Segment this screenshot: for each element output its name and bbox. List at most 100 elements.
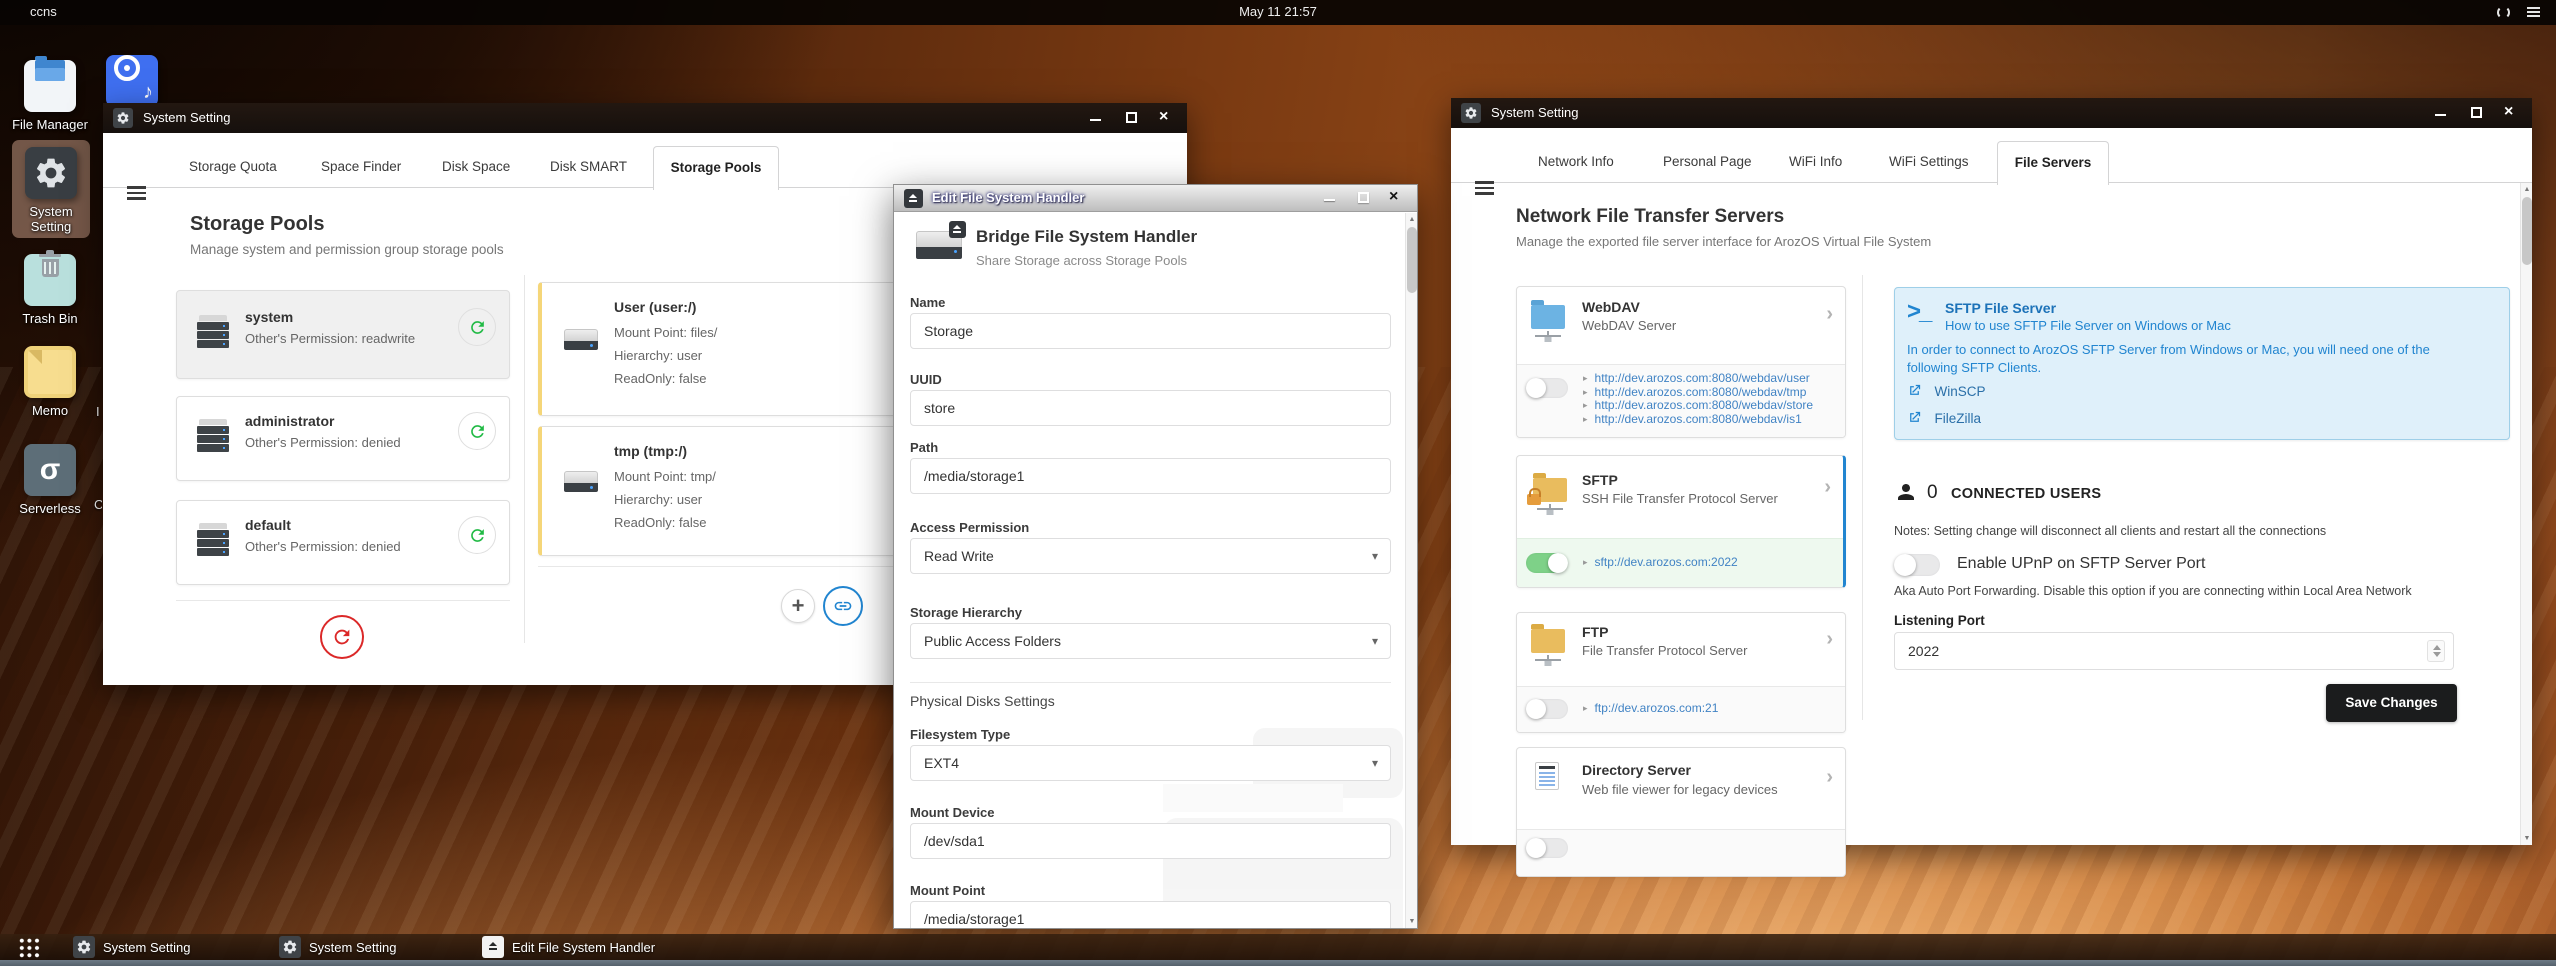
server-card-ftp[interactable]: FTP File Transfer Protocol Server › ▸ ftp… <box>1516 612 1846 733</box>
dialog-titlebar[interactable]: Edit File System Handler × <box>894 185 1417 212</box>
sync-pool-button[interactable] <box>458 308 496 346</box>
sync-pool-button[interactable] <box>458 516 496 554</box>
chevron-right-icon[interactable]: › <box>1826 628 1833 651</box>
mount-point-label: Mount Point <box>910 883 986 898</box>
pool-permission: Other's Permission: readwrite <box>245 331 416 346</box>
close-button[interactable]: × <box>1151 103 1181 133</box>
dialog-heading: Bridge File System Handler <box>976 227 1198 246</box>
tab-disk-space[interactable]: Disk Space <box>442 159 510 174</box>
add-fsh-button[interactable]: + <box>781 589 815 623</box>
sync-pool-button[interactable] <box>458 412 496 450</box>
desktop-icon-memo[interactable]: Memo <box>12 346 88 418</box>
page-subtitle: Manage system and permission group stora… <box>190 242 504 257</box>
person-icon <box>1898 484 1914 500</box>
menu-icon[interactable] <box>1475 181 1494 198</box>
fsh-hierarchy: Hierarchy: user <box>614 348 703 363</box>
server-icon <box>197 523 229 556</box>
directory-enable-toggle[interactable] <box>1526 838 1568 858</box>
memo-icon <box>24 346 76 398</box>
tab-disk-smart[interactable]: Disk SMART <box>550 159 627 174</box>
close-button[interactable]: × <box>1381 185 1411 213</box>
tab-storage-quota[interactable]: Storage Quota <box>189 159 277 174</box>
port-field-wrap <box>1894 632 2454 670</box>
webdav-url-link[interactable]: ▸ http://dev.arozos.com:8080/webdav/tmp <box>1583 385 1813 400</box>
storage-hierarchy-select[interactable]: Public Access Folders ▾ <box>910 623 1391 659</box>
window-scrollbar[interactable]: ▲ ▼ <box>2520 183 2532 845</box>
mount-point-input[interactable] <box>910 901 1391 928</box>
winscp-link[interactable]: WinSCP <box>1907 383 1985 401</box>
filezilla-link[interactable]: FileZilla <box>1907 410 1981 428</box>
menu-icon[interactable] <box>127 186 146 203</box>
server-desc: WebDAV Server <box>1582 318 1677 333</box>
desktop-icon-music[interactable]: ♪ <box>94 44 170 107</box>
minimize-button[interactable] <box>2426 98 2456 128</box>
dialog-scrollbar[interactable]: ▲ ▼ <box>1405 213 1417 928</box>
name-input[interactable] <box>910 313 1391 349</box>
sftp-enable-toggle[interactable] <box>1526 553 1568 573</box>
taskbar-item[interactable]: Edit File System Handler <box>512 940 655 955</box>
menubar-menu-icon[interactable] <box>2527 7 2540 19</box>
window-titlebar[interactable]: System Setting × <box>103 103 1187 133</box>
upnp-toggle[interactable] <box>1894 554 1940 576</box>
clipped-icon-label: C <box>94 497 102 512</box>
ftp-url-link[interactable]: ▸ ftp://dev.arozos.com:21 <box>1583 701 1718 715</box>
minimize-button[interactable] <box>1081 103 1111 133</box>
webdav-url-link[interactable]: ▸ http://dev.arozos.com:8080/webdav/is1 <box>1583 412 1813 427</box>
listening-port-input[interactable] <box>1894 632 2454 670</box>
filesystem-type-select[interactable]: EXT4 ▾ <box>910 745 1391 781</box>
webdav-url-link[interactable]: ▸ http://dev.arozos.com:8080/webdav/store <box>1583 398 1813 413</box>
desktop-icon-system-setting[interactable]: System Setting <box>13 147 89 234</box>
tab-network-info[interactable]: Network Info <box>1538 154 1614 169</box>
window-titlebar[interactable]: System Setting × <box>1451 98 2532 128</box>
pool-name: default <box>245 517 291 533</box>
sync-status-icon[interactable] <box>2497 6 2510 19</box>
chevron-right-icon[interactable]: › <box>1826 303 1833 326</box>
app-laun?cher-icon[interactable] <box>18 937 41 958</box>
maximize-button[interactable] <box>1349 185 1379 213</box>
server-card-sftp[interactable]: SFTP SSH File Transfer Protocol Server ›… <box>1516 455 1846 588</box>
server-name: WebDAV <box>1582 299 1640 315</box>
bridge-fsh-button[interactable] <box>823 586 863 626</box>
pool-permission: Other's Permission: denied <box>245 539 401 554</box>
mount-device-input[interactable] <box>910 823 1391 859</box>
drive-icon <box>564 471 598 492</box>
close-button[interactable]: × <box>2496 98 2526 128</box>
chevron-right-icon[interactable]: › <box>1826 766 1833 789</box>
tab-wifi-info[interactable]: WiFi Info <box>1789 154 1842 169</box>
ftp-enable-toggle[interactable] <box>1526 699 1568 719</box>
reload-pools-button[interactable] <box>320 615 364 659</box>
filesystem-type-label: Filesystem Type <box>910 727 1011 742</box>
sftp-url-link[interactable]: ▸ sftp://dev.arozos.com:2022 <box>1583 555 1738 569</box>
music-disc-icon: ♪ <box>106 55 158 107</box>
desktop-icon-file-manager[interactable]: File Manager <box>12 44 88 132</box>
pool-card-default[interactable]: default Other's Permission: denied <box>176 500 510 585</box>
taskbar-item[interactable]: System Setting <box>103 940 190 955</box>
server-card-webdav[interactable]: WebDAV WebDAV Server › ▸ http://dev.arozo… <box>1516 286 1846 438</box>
page-title: Network File Transfer Servers <box>1516 206 1785 227</box>
minimize-button[interactable] <box>1315 185 1345 213</box>
tab-personal-page[interactable]: Personal Page <box>1663 154 1752 169</box>
chevron-right-icon[interactable]: › <box>1824 476 1831 499</box>
taskbar-item[interactable]: System Setting <box>309 940 396 955</box>
webdav-url-link[interactable]: ▸ http://dev.arozos.com:8080/webdav/user <box>1583 371 1813 386</box>
desktop-icon-serverless[interactable]: σ Serverless <box>12 444 88 516</box>
path-label: Path <box>910 440 939 455</box>
tab-space-finder[interactable]: Space Finder <box>321 159 401 174</box>
webdav-enable-toggle[interactable] <box>1526 378 1568 398</box>
port-stepper[interactable] <box>2427 640 2445 662</box>
uuid-input[interactable] <box>910 390 1391 426</box>
maximize-button[interactable] <box>2462 98 2492 128</box>
pool-card-administrator[interactable]: administrator Other's Permission: denied <box>176 396 510 481</box>
desktop-icon-trash-bin[interactable]: Trash Bin <box>12 242 88 326</box>
maximize-button[interactable] <box>1117 103 1147 133</box>
pool-card-system[interactable]: system Other's Permission: readwrite <box>176 290 510 379</box>
tab-file-servers[interactable]: File Servers <box>1997 141 2109 185</box>
server-card-directory[interactable]: Directory Server Web file viewer for leg… <box>1516 747 1846 877</box>
tab-storage-pools[interactable]: Storage Pools <box>653 146 779 190</box>
server-desc: Web file viewer for legacy devices <box>1582 782 1778 797</box>
save-changes-button[interactable]: Save Changes <box>2326 684 2457 722</box>
access-permission-select[interactable]: Read Write ▾ <box>910 538 1391 574</box>
path-input[interactable] <box>910 458 1391 494</box>
server-toggle-row: ▸ sftp://dev.arozos.com:2022 <box>1517 538 1843 587</box>
tab-wifi-settings[interactable]: WiFi Settings <box>1889 154 1969 169</box>
